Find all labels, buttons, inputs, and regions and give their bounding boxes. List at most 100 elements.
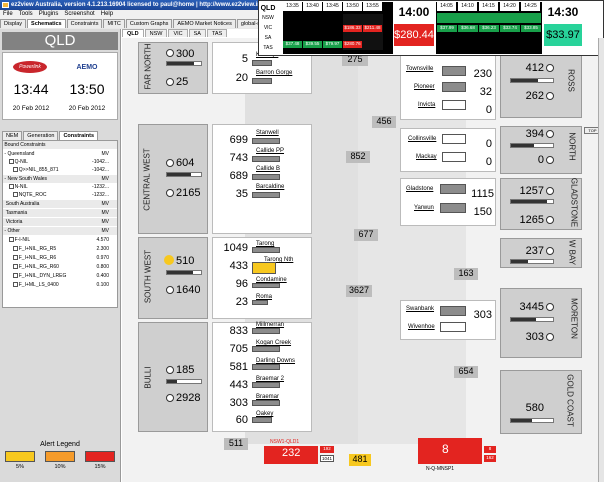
list-item[interactable]: Q-NIL -1042... xyxy=(3,158,117,166)
region-title: QLD xyxy=(2,32,118,50)
tab-constraints-left[interactable]: Constraints xyxy=(59,131,99,140)
gen-name[interactable]: Collinsville xyxy=(408,136,436,142)
gen-name[interactable]: Mackay xyxy=(416,154,437,160)
tab-constraints[interactable]: Constraints xyxy=(66,19,103,28)
list-item[interactable]: F-I-NIL 4.570 xyxy=(3,236,117,244)
flow-sw-moreton[interactable]: 3627 xyxy=(346,285,372,297)
gen-name[interactable]: Townsville xyxy=(406,66,433,72)
list-item[interactable]: NQTE_ROC -1232... xyxy=(3,191,117,199)
tab-nem[interactable]: NEM xyxy=(2,131,23,140)
menu-tools[interactable]: Tools xyxy=(19,11,33,17)
time-col: 14:25 xyxy=(521,2,540,11)
checkbox[interactable] xyxy=(12,282,18,288)
gen-name[interactable]: Callide PP xyxy=(256,148,284,154)
interconnector-nsw1-label: NSW1-QLD1 xyxy=(270,439,300,445)
list-item[interactable]: South Australia MV xyxy=(3,200,117,208)
region-central-west-label: CENTRAL WEST xyxy=(142,148,152,211)
flow-north-ross[interactable]: 456 xyxy=(372,116,396,128)
menu-screenshot[interactable]: Screenshot xyxy=(64,11,94,17)
list-item-label: South Australia xyxy=(5,201,40,207)
gen-name[interactable]: Swanbank xyxy=(406,306,434,312)
checkbox[interactable] xyxy=(12,167,18,173)
tab-qld[interactable]: QLD xyxy=(122,29,144,37)
constraint-tabs: NEM Generation Constraints xyxy=(2,131,118,140)
tab-display[interactable]: Display xyxy=(0,19,27,28)
list-item-label: F_I+NIL_DYN_LREG xyxy=(18,273,67,279)
interconnector-nq-label: N-Q-MNSP1 xyxy=(426,466,455,472)
menu-plugins[interactable]: Plugins xyxy=(39,11,59,17)
list-item[interactable]: Victoria MV xyxy=(3,218,117,226)
gen-name[interactable]: Invicta xyxy=(418,102,435,108)
checkbox[interactable] xyxy=(12,264,18,270)
list-item[interactable]: F_I+NIL_RG_R5 2.300 xyxy=(3,245,117,253)
flow-moreton-gc[interactable]: 654 xyxy=(454,366,478,378)
checkbox[interactable] xyxy=(12,255,18,261)
list-item[interactable]: - New South Wales MV xyxy=(3,175,117,183)
temperature-icon xyxy=(166,394,174,402)
date-right: 20 Feb 2012 xyxy=(68,105,106,112)
bulli-bar xyxy=(166,379,202,384)
list-item[interactable]: F_I+NIL_RG_R60 0.800 xyxy=(3,263,117,271)
checkbox[interactable] xyxy=(8,184,14,190)
checkbox[interactable] xyxy=(12,273,18,279)
gen-name[interactable]: Gladstone xyxy=(406,186,433,192)
list-item-mv: MV xyxy=(101,210,110,216)
tab-tas[interactable]: TAS xyxy=(206,29,228,37)
list-item-label: NQTE_ROC xyxy=(18,192,47,198)
list-item-label: F_I+NIL_RG_R6 xyxy=(18,255,57,261)
state-nsw: NSW xyxy=(262,15,274,21)
gen-name[interactable]: Callide B xyxy=(256,166,280,172)
list-item[interactable]: N-NIL -1232... xyxy=(3,183,117,191)
flow-cw-sw[interactable]: 677 xyxy=(354,229,378,241)
menu-file[interactable]: File xyxy=(3,11,13,17)
list-item[interactable]: - Queensland MV xyxy=(3,150,117,158)
flow-cw-north[interactable]: 852 xyxy=(346,151,370,163)
flow-bulli-nsw[interactable]: 511 xyxy=(224,438,248,450)
region-gladstone-label: GLADSTONE xyxy=(569,177,579,228)
menu-help[interactable]: Help xyxy=(101,11,113,17)
vertical-scrollbar[interactable] xyxy=(598,38,604,482)
gen-name[interactable]: Barcaldine xyxy=(256,184,284,190)
gen-name[interactable]: Stanwell xyxy=(256,130,279,136)
tab-schematics[interactable]: Schematics xyxy=(27,19,66,28)
list-item-mv: -1042... xyxy=(92,167,109,173)
gen-name[interactable]: Barron Gorge xyxy=(256,70,292,76)
list-item-label: F_I+NIL_RG_R60 xyxy=(18,264,59,270)
list-item[interactable]: Tasmania MV xyxy=(3,209,117,217)
gen-name[interactable]: Yarwun xyxy=(414,205,434,211)
gen-name[interactable]: Pioneer xyxy=(414,84,435,90)
state-vic: VIC xyxy=(263,25,273,31)
list-item[interactable]: Q>>NIL_855_871 -1042... xyxy=(3,166,117,174)
gen-sparkline xyxy=(440,322,466,332)
tab-nsw[interactable]: NSW xyxy=(144,29,168,37)
forecast-time: 14:30 xyxy=(547,5,579,19)
list-item-label: Q-NIL xyxy=(14,159,28,165)
checkbox[interactable] xyxy=(12,192,18,198)
list-item[interactable]: F_I+ML_LS_0400 0.100 xyxy=(3,281,117,289)
checkbox[interactable] xyxy=(12,246,18,252)
price-cell: $36.68 xyxy=(458,25,478,32)
tab-mitc[interactable]: MITC xyxy=(103,19,125,28)
price-cell: $280.76 xyxy=(343,41,362,48)
gen-sparkline-alert xyxy=(252,262,276,274)
flow-gc-nsw[interactable]: 481 xyxy=(349,454,371,466)
gen-name[interactable]: Wivenhoe xyxy=(408,324,435,330)
interconnector-n-q-mnsp1[interactable] xyxy=(418,438,482,464)
tab-generation[interactable]: Generation xyxy=(23,131,59,140)
north-value1: 394 xyxy=(525,128,544,140)
constraints-header-label: Bound Constraints xyxy=(4,142,46,148)
tab-sa[interactable]: SA xyxy=(188,29,206,37)
price-cell: $37.99 xyxy=(437,25,457,32)
list-item[interactable]: F_I+NIL_DYN_LREG 0.400 xyxy=(3,272,117,280)
tab-custom-graphs[interactable]: Custom Graphs xyxy=(125,19,173,28)
checkbox[interactable] xyxy=(8,159,14,165)
list-item[interactable]: F_I+NIL_RG_R6 0.970 xyxy=(3,254,117,262)
checkbox[interactable] xyxy=(8,237,14,243)
south-west-value2: 1640 xyxy=(176,284,201,296)
tab-vic[interactable]: VIC xyxy=(168,29,188,37)
flow-wb-moreton[interactable]: 163 xyxy=(454,268,478,280)
time-col: 13:50 xyxy=(343,2,362,11)
list-item[interactable]: - Other MV xyxy=(3,227,117,235)
tab-market-notices[interactable]: AEMO Market Notices xyxy=(173,19,236,28)
app-icon xyxy=(2,2,9,8)
